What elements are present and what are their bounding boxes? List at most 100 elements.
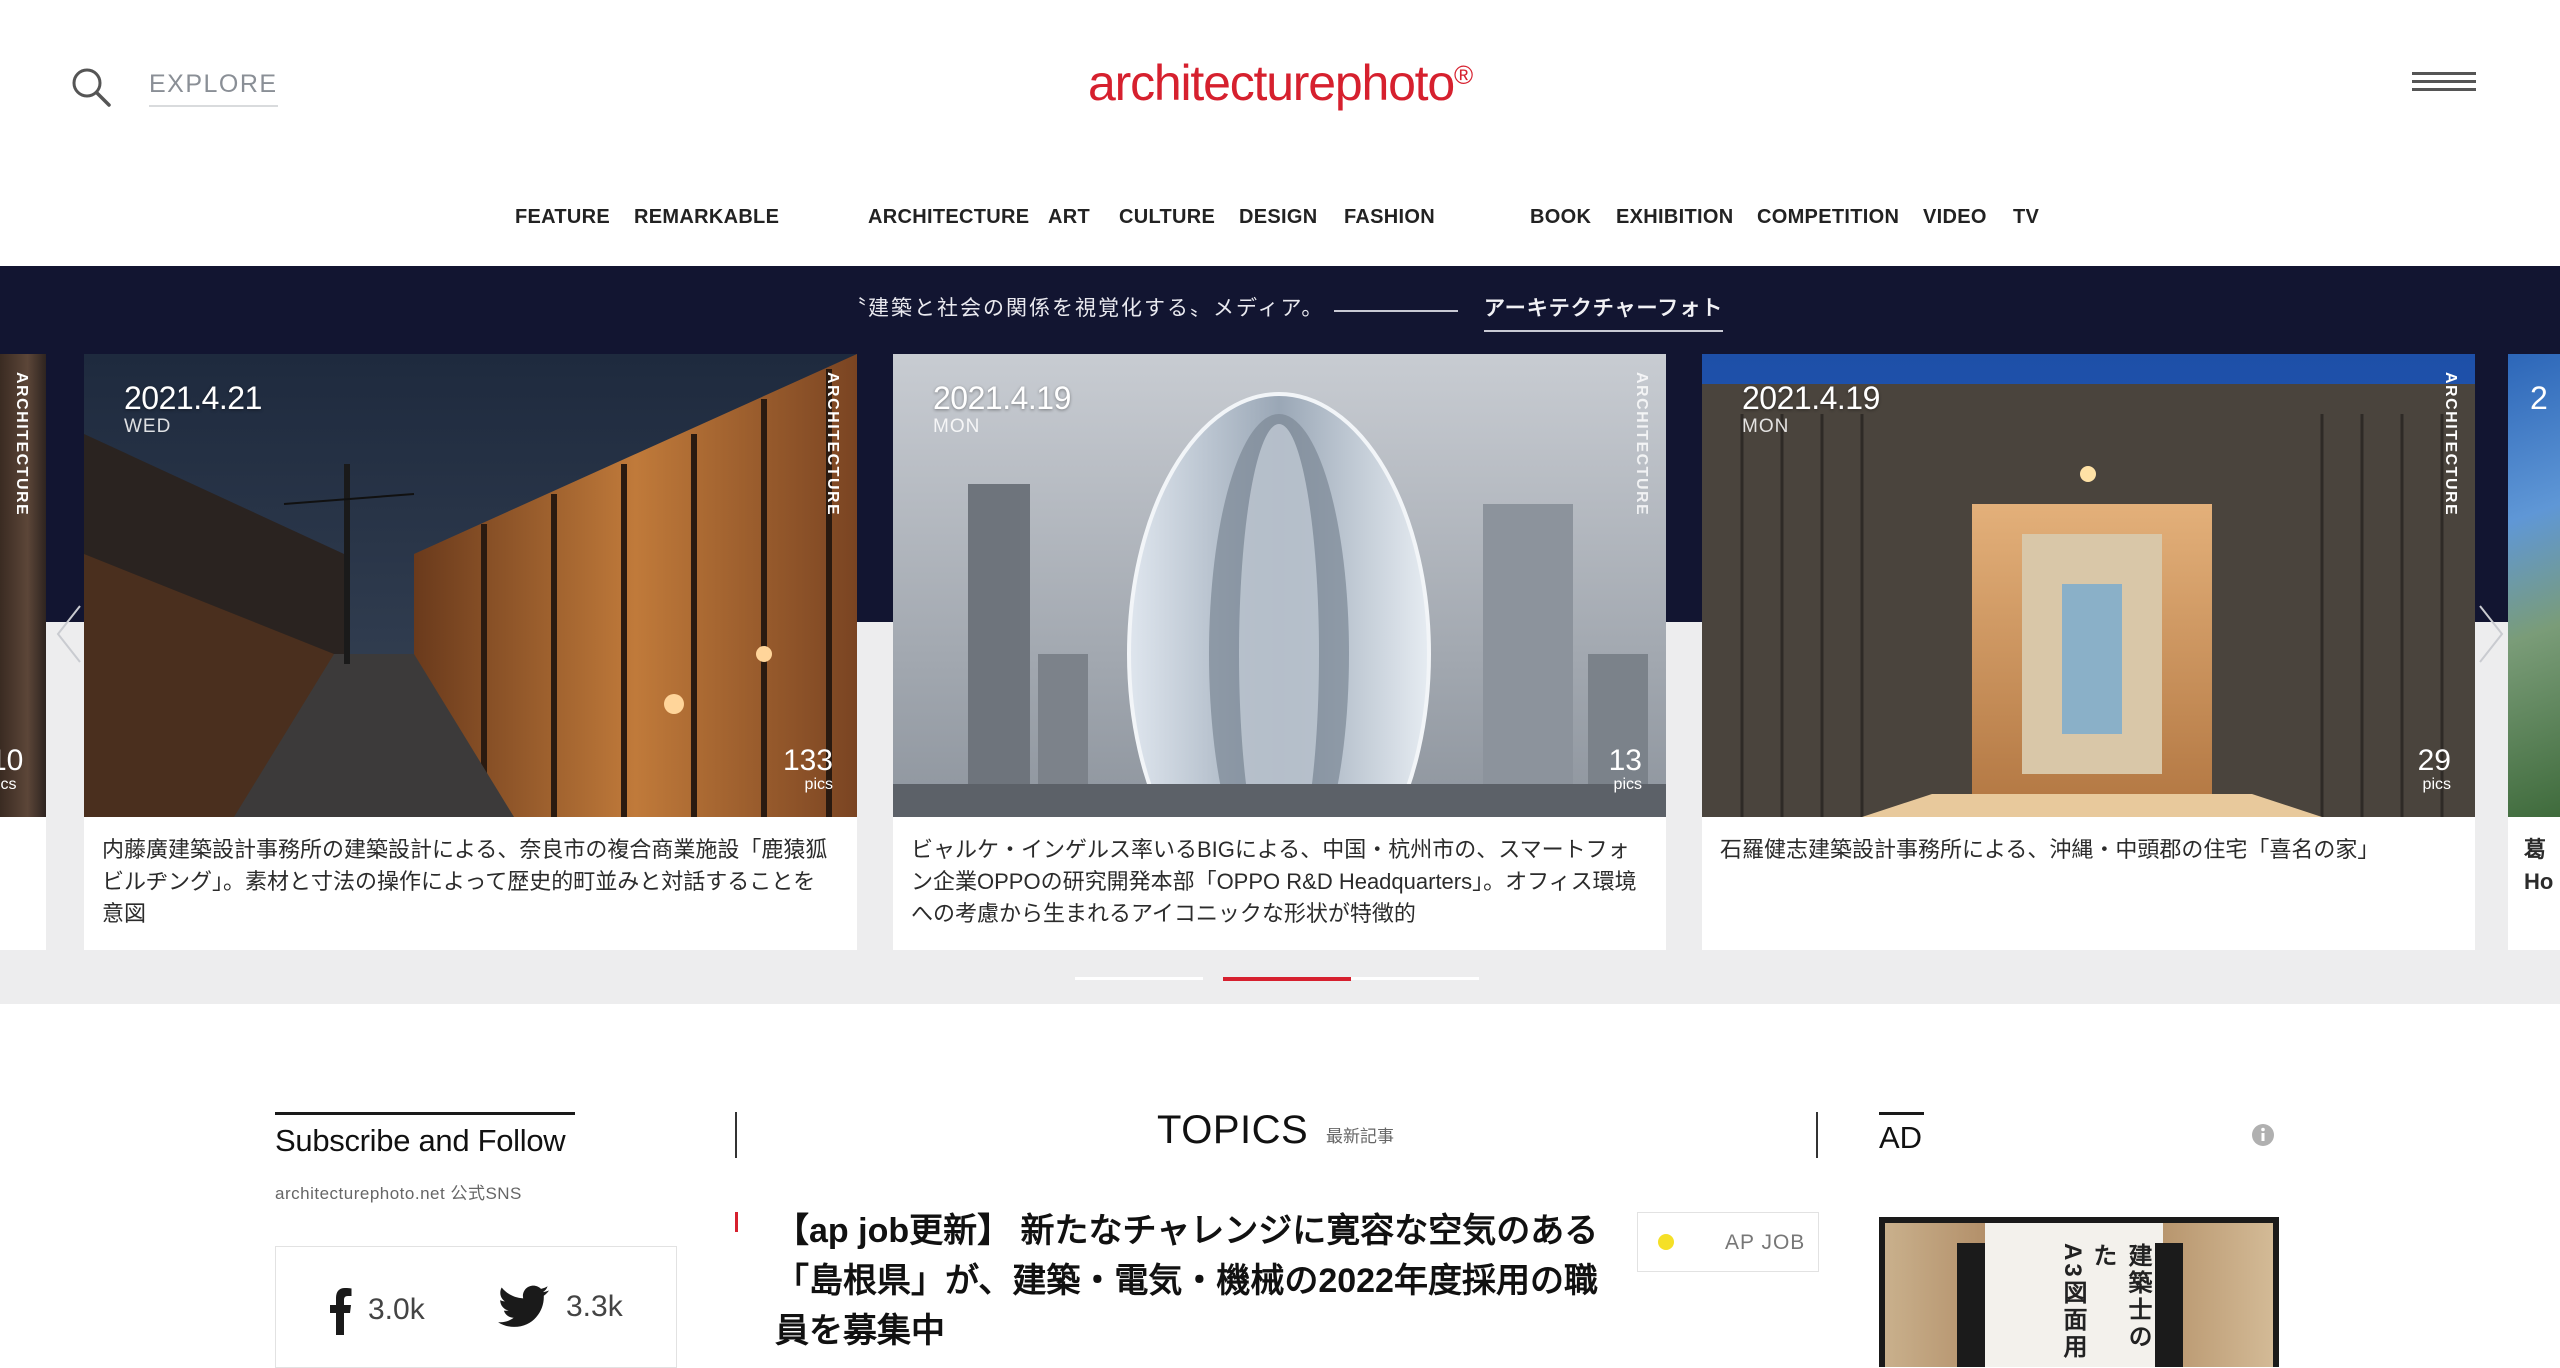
twitter-icon <box>498 1285 549 1327</box>
pics-number: 133 <box>782 744 833 777</box>
facebook-icon <box>330 1288 352 1335</box>
tagline-text: 〝建築と社会の関係を視覚化する〟メディア。 <box>845 296 1325 320</box>
chevron-left-icon <box>56 605 81 663</box>
hamburger-menu-button[interactable] <box>2412 72 2476 96</box>
card-pics-count: 13 pics <box>1609 746 1642 794</box>
street-photo <box>84 354 857 817</box>
section-rule <box>1879 1112 1924 1115</box>
pics-label: pics <box>804 776 833 793</box>
nav-item-exhibition[interactable]: EXHIBITION <box>1616 206 1733 229</box>
card-caption[interactable]: 石羅健志建築設計事務所による、沖縄・中頭郡の住宅「喜名の家」 <box>1720 834 2450 866</box>
ad-image: A3図面用 建築士のた <box>1885 1223 2273 1367</box>
info-icon <box>2252 1124 2274 1146</box>
card-photo <box>2508 354 2560 817</box>
topics-title: TOPICS <box>1157 1108 1309 1152</box>
caption-line: 葛 <box>2524 837 2547 862</box>
caption-line: Ho <box>2524 869 2554 894</box>
pagination-dot[interactable] <box>1075 977 1203 980</box>
slider-pagination <box>0 977 2560 981</box>
nav-item-book[interactable]: BOOK <box>1530 206 1591 229</box>
nav-item-fashion[interactable]: FASHION <box>1344 206 1435 229</box>
card-photo <box>893 354 1666 817</box>
ad-banner[interactable]: A3図面用 建築士のた <box>1879 1217 2279 1367</box>
slider-next-button[interactable] <box>2476 604 2506 664</box>
card-weekday: MON <box>933 416 981 437</box>
slider-prev-button[interactable] <box>54 604 84 664</box>
twitter-count: 3.3k <box>566 1290 623 1323</box>
slider-card[interactable]: 2021.4.21 WED ARCHITECTURE 133 pics 内藤廣建… <box>84 354 857 950</box>
ad-vertical-text: 建築士のた <box>2089 1243 2151 1351</box>
card-photo <box>84 354 857 817</box>
tower-photo <box>893 354 1666 817</box>
card-weekday: MON <box>1742 416 1790 437</box>
card-pics-count: 133 pics <box>783 746 833 794</box>
subscribe-section: Subscribe and Follow architecturephoto.n… <box>275 1112 575 1204</box>
card-pics-count: 29 pics <box>2418 746 2451 794</box>
topic-headline[interactable]: 【ap job更新】 新たなチャレンジに寛容な空気のある「島根県」が、建築・電気… <box>775 1206 1605 1356</box>
subscribe-title: Subscribe and Follow <box>275 1123 566 1158</box>
nav-item-tv[interactable]: TV <box>2013 206 2039 229</box>
card-category: ARCHITECTURE <box>13 372 30 517</box>
pagination-dot-active[interactable] <box>1223 977 1351 981</box>
pics-label: pics <box>0 776 17 793</box>
card-photo <box>1702 354 2475 817</box>
house-photo <box>1702 354 2475 817</box>
nav-item-culture[interactable]: CULTURE <box>1119 206 1215 229</box>
menu-line <box>2412 88 2476 91</box>
ad-info-button[interactable] <box>2251 1123 2275 1152</box>
menu-line <box>2412 80 2476 83</box>
card-category: ARCHITECTURE <box>824 372 841 517</box>
social-follow-box: 3.0k 3.3k <box>275 1246 677 1368</box>
facebook-follow[interactable]: 3.0k <box>328 1285 425 1335</box>
nav-item-feature[interactable]: FEATURE <box>515 206 610 229</box>
topic-tag-apjob[interactable]: AP JOB <box>1637 1212 1819 1272</box>
pics-label: pics <box>2422 776 2451 793</box>
tag-dot <box>1658 1234 1674 1250</box>
nav-item-architecture[interactable]: ARCHITECTURE <box>868 206 1029 229</box>
column-divider <box>1816 1112 1818 1158</box>
ad-title: AD <box>1879 1120 1923 1155</box>
slider-card[interactable]: 2021.4.19 MON ARCHITECTURE 29 pics 石羅健志建… <box>1702 354 2475 950</box>
card-category: ARCHITECTURE <box>2442 372 2459 517</box>
column-divider <box>735 1112 737 1158</box>
pics-label: pics <box>1613 776 1642 793</box>
card-pics-count: 10 pics <box>0 746 23 794</box>
hero-tagline: 〝建築と社会の関係を視覚化する〟メディア。 アーキテクチャーフォト <box>0 292 2560 332</box>
facebook-count: 3.0k <box>368 1293 425 1326</box>
subscribe-subtitle: architecturephoto.net 公式SNS <box>275 1184 522 1203</box>
nav-item-art[interactable]: ART <box>1048 206 1090 229</box>
card-date: 2021.4.21 <box>124 380 262 416</box>
ad-photo-strap <box>2155 1243 2183 1367</box>
twitter-follow[interactable]: 3.3k <box>498 1285 623 1329</box>
registered-mark: ® <box>1453 60 1473 90</box>
card-date: 2021.4.19 <box>933 380 1071 416</box>
card-date: 2021.4.19 <box>1742 380 1880 416</box>
logo-text: architecturephoto <box>1088 55 1455 111</box>
menu-line <box>2412 72 2476 75</box>
pics-number: 29 <box>2417 744 2451 777</box>
nav-item-remarkable[interactable]: REMARKABLE <box>634 206 779 229</box>
ad-photo-strap <box>1957 1243 1985 1367</box>
card-caption[interactable]: 内藤廣建築設計事務所の建築設計による、奈良市の複合商業施設「鹿猿狐ビルヂング」。… <box>102 834 832 930</box>
card-caption[interactable]: ビャルケ・インゲルス率いるBIGによる、中国・杭州市の、スマートフォン企業OPP… <box>911 834 1641 930</box>
card-weekday: WED <box>124 416 172 437</box>
nav-item-design[interactable]: DESIGN <box>1239 206 1317 229</box>
chevron-right-icon <box>2479 605 2504 663</box>
site-logo[interactable]: architecturephoto® <box>0 54 2560 112</box>
nav-item-video[interactable]: VIDEO <box>1923 206 1987 229</box>
topics-subtitle: 最新記事 <box>1326 1127 1394 1146</box>
tagline-divider <box>1334 310 1458 312</box>
card-category: ARCHITECTURE <box>1633 372 1650 517</box>
slider-card[interactable]: 2021.4.19 MON ARCHITECTURE 13 pics ビャルケ・… <box>893 354 1666 950</box>
category-nav: FEATURE REMARKABLE ARCHITECTURE ART CULT… <box>0 206 2560 236</box>
pagination-dot[interactable] <box>1351 977 1479 980</box>
pics-number: 13 <box>1608 744 1642 777</box>
site-header: EXPLORE architecturephoto® FEATURE REMAR… <box>0 0 2560 266</box>
nav-item-competition[interactable]: COMPETITION <box>1757 206 1899 229</box>
slider-card-partial-left[interactable]: ARCHITECTURE 10 pics <box>0 354 46 950</box>
tag-label: AP JOB <box>1725 1231 1806 1254</box>
tagline-site-name[interactable]: アーキテクチャーフォト <box>1484 292 1724 332</box>
section-rule <box>275 1112 575 1115</box>
slider-card-partial-right[interactable]: 葛 Ho 2 <box>2508 354 2560 950</box>
pics-number: 10 <box>0 744 24 777</box>
